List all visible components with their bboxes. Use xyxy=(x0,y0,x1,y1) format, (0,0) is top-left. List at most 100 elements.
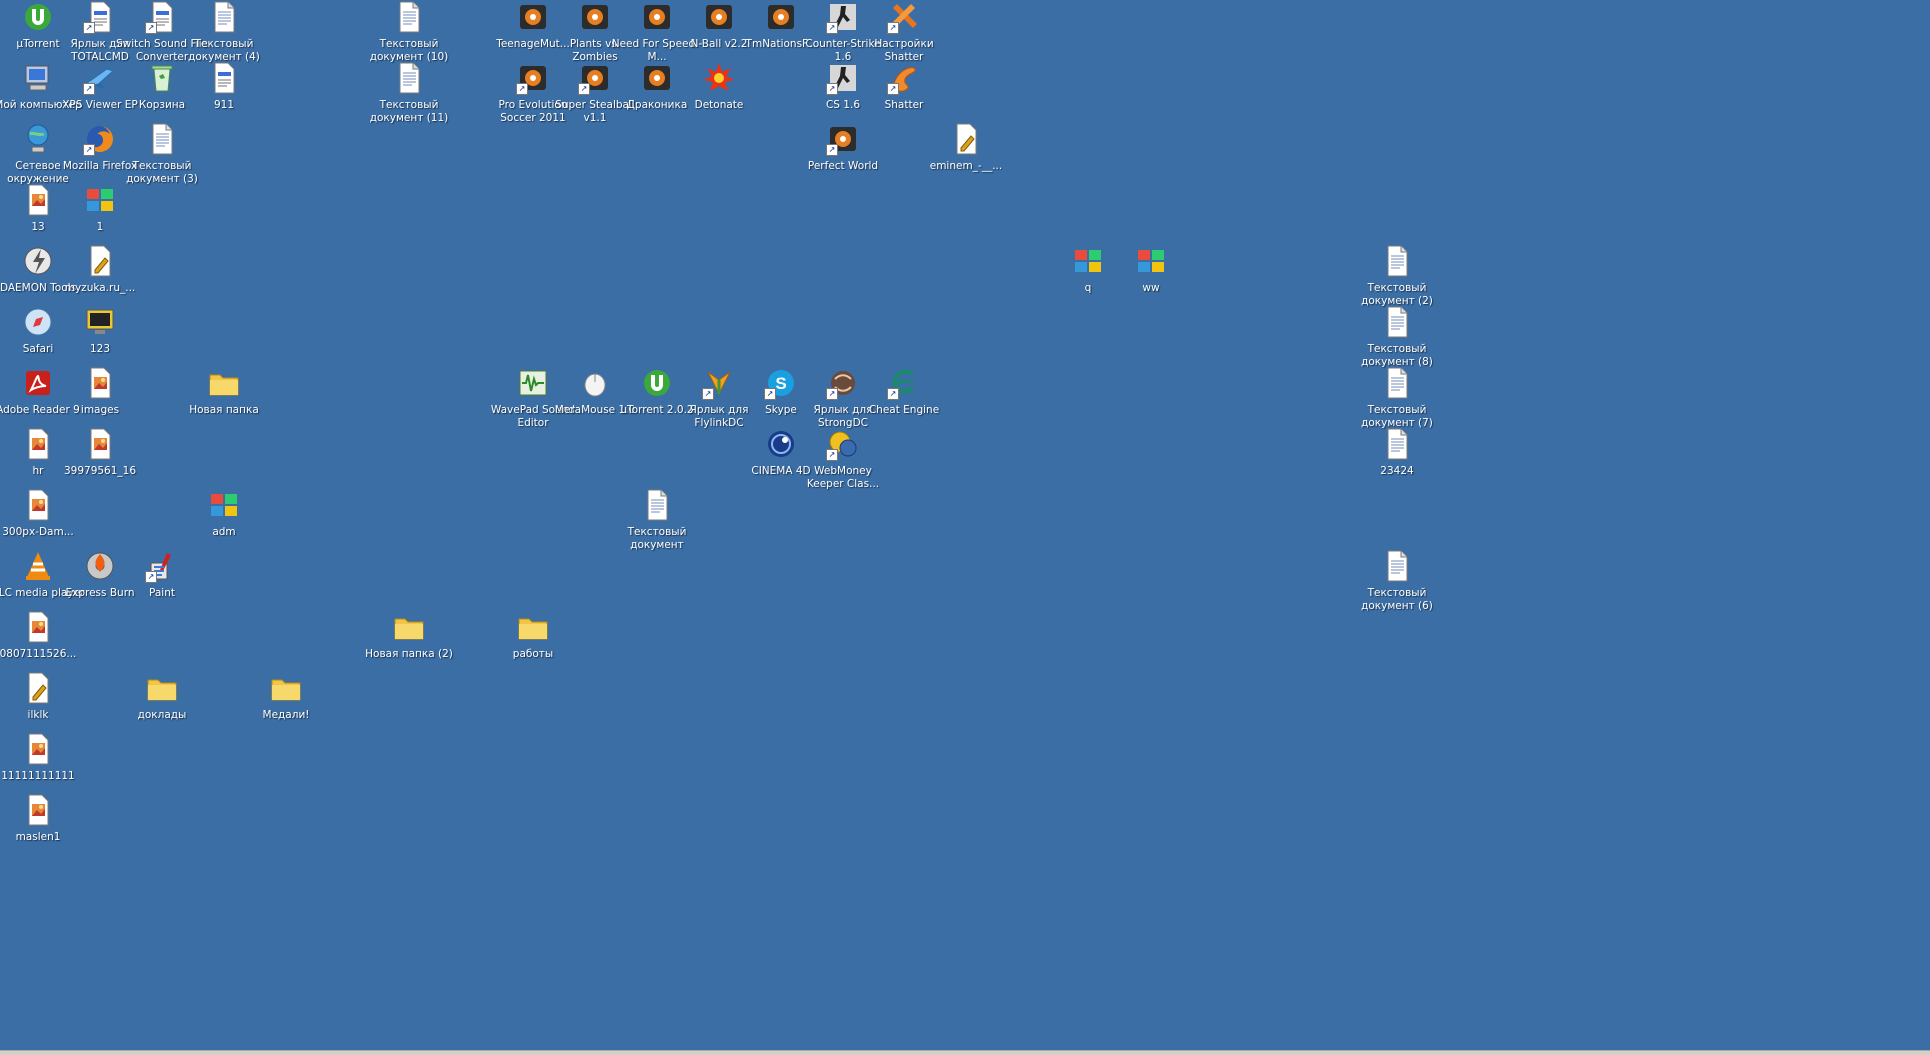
my-computer-icon xyxy=(21,61,55,95)
shortcut-arrow-icon: ↗ xyxy=(887,22,899,34)
desktop-icon[interactable]: images xyxy=(52,366,148,417)
desktop-icon[interactable]: доклады xyxy=(114,671,210,722)
desktop-icon[interactable]: 300px-Dam... xyxy=(0,488,86,539)
xps-viewer-icon: ↗ xyxy=(83,61,117,95)
windows-file-icon xyxy=(1071,244,1105,278)
desktop-icon[interactable]: Текстовый документ (10) xyxy=(361,0,457,64)
desktop-icon[interactable]: ↗ WebMoney Keeper Clas... xyxy=(795,427,891,491)
text-document-icon xyxy=(640,488,674,522)
shortcut-arrow-icon: ↗ xyxy=(145,571,157,583)
folder-icon xyxy=(207,366,241,400)
windows-file-icon xyxy=(1134,244,1168,278)
folder-icon xyxy=(269,671,303,705)
desktop-icon[interactable]: Новая папка (2) xyxy=(361,610,457,661)
image-file-icon xyxy=(83,366,117,400)
desktop-icon[interactable]: ↗ Perfect World xyxy=(795,122,891,173)
game-icon xyxy=(516,0,550,34)
vlc-icon xyxy=(21,549,55,583)
desktop-icon[interactable]: Новая папка xyxy=(176,366,272,417)
shortcut-arrow-icon: ↗ xyxy=(516,83,528,95)
windows-file-icon xyxy=(83,183,117,217)
game-icon xyxy=(640,61,674,95)
shortcut-arrow-icon: ↗ xyxy=(83,144,95,156)
desktop-icon[interactable]: 23424 xyxy=(1349,427,1445,478)
audio-file-icon xyxy=(949,122,983,156)
document-icon xyxy=(207,61,241,95)
desktop-icon-label: myzuka.ru_... xyxy=(64,282,136,294)
desktop-icon[interactable]: 11111111111 xyxy=(0,732,86,783)
desktop-icon[interactable]: 123 xyxy=(52,305,148,356)
desktop-icon[interactable]: Текстовый документ (4) xyxy=(176,0,272,64)
desktop-icon[interactable]: maslen1 xyxy=(0,793,86,844)
utorrent-icon xyxy=(21,0,55,34)
desktop-icon-label: работы xyxy=(512,648,554,660)
desktop-icon[interactable]: 39979561_16 xyxy=(52,427,148,478)
desktop-icon[interactable]: ww xyxy=(1103,244,1199,295)
desktop-icon[interactable]: adm xyxy=(176,488,272,539)
game-icon xyxy=(702,0,736,34)
desktop-icon[interactable]: Detonate xyxy=(671,61,767,112)
desktop-icon[interactable]: Текстовый документ xyxy=(609,488,705,552)
desktop-icon-label: Текстовый документ xyxy=(627,526,687,551)
desktop-icon[interactable]: Текстовый документ (2) xyxy=(1349,244,1445,308)
text-document-icon xyxy=(1380,366,1414,400)
desktop-icon[interactable]: myzuka.ru_... xyxy=(52,244,148,295)
desktop-icon[interactable]: Текстовый документ (3) xyxy=(114,122,210,186)
desktop-icon[interactable]: ↗ Настройки Shatter xyxy=(856,0,952,64)
webmoney-icon: ↗ xyxy=(826,427,860,461)
shortcut-arrow-icon: ↗ xyxy=(826,388,838,400)
strongdc-icon: ↗ xyxy=(826,366,860,400)
shatter-icon: ↗ xyxy=(887,61,921,95)
desktop-icon[interactable]: Медали! xyxy=(238,671,334,722)
desktop-icon[interactable]: eminem_-__... xyxy=(918,122,1014,173)
text-document-icon xyxy=(1380,305,1414,339)
shortcut-arrow-icon: ↗ xyxy=(826,22,838,34)
desktop-icon[interactable]: Текстовый документ (7) xyxy=(1349,366,1445,430)
desktop-icon-label: Paint xyxy=(149,587,175,599)
daemon-tools-icon xyxy=(21,244,55,278)
desktop-icon-label: Медали! xyxy=(262,709,310,721)
image-file-icon xyxy=(21,793,55,827)
desktop-icon[interactable]: ↗ Paint xyxy=(114,549,210,600)
floppy-icon: ↗ xyxy=(83,0,117,34)
desktop-icon-label: WebMoney Keeper Clas... xyxy=(806,465,880,490)
desktop-icon[interactable]: ↗ Shatter xyxy=(856,61,952,112)
desktop-icon[interactable]: Текстовый документ (6) xyxy=(1349,549,1445,613)
desktop-icon-label: 123 xyxy=(89,343,111,355)
network-icon xyxy=(21,122,55,156)
desktop-icon[interactable]: ↗ Cheat Engine xyxy=(856,366,952,417)
shortcut-arrow-icon: ↗ xyxy=(826,83,838,95)
shortcut-arrow-icon: ↗ xyxy=(764,388,776,400)
audio-file-icon xyxy=(83,244,117,278)
desktop-icon-label: Safari xyxy=(22,343,54,355)
desktop-icon[interactable]: Текстовый документ (11) xyxy=(361,61,457,125)
desktop-icon-label: eminem_-__... xyxy=(929,160,1003,172)
shortcut-arrow-icon: ↗ xyxy=(578,83,590,95)
desktop[interactable]: µTorrent ↗ Ярлык для TOTALCMD ↗ Switch Sound… xyxy=(0,0,1930,1055)
desktop-icon[interactable]: Текстовый документ (8) xyxy=(1349,305,1445,369)
image-file-icon xyxy=(21,183,55,217)
desktop-icon[interactable]: 911 xyxy=(176,61,272,112)
cheat-engine-icon: ↗ xyxy=(887,366,921,400)
desktop-icon[interactable]: ilklk xyxy=(0,671,86,722)
text-document-icon xyxy=(1380,427,1414,461)
desktop-icon-label: Shatter xyxy=(884,99,924,111)
folder-icon xyxy=(516,610,550,644)
explosion-icon xyxy=(702,61,736,95)
desktop-icon-label: images xyxy=(80,404,120,416)
text-document-icon xyxy=(392,0,426,34)
desktop-icon-label: ww xyxy=(1142,282,1160,294)
folder-icon xyxy=(392,610,426,644)
desktop-icon-label: Detonate xyxy=(694,99,744,111)
desktop-icon-label: ilklk xyxy=(27,709,49,721)
desktop-icon[interactable]: работы xyxy=(485,610,581,661)
desktop-icon-label: 23424 xyxy=(1380,465,1414,477)
desktop-icon[interactable]: 0807111526... xyxy=(0,610,86,661)
desktop-icon-label: Новая папка (2) xyxy=(365,648,453,660)
monitor-icon xyxy=(83,305,117,339)
counter-strike-icon: ↗ xyxy=(826,61,860,95)
desktop-icon[interactable]: 1 xyxy=(52,183,148,234)
desktop-icon-label: Новая папка xyxy=(189,404,259,416)
image-file-icon xyxy=(83,427,117,461)
text-document-icon xyxy=(207,0,241,34)
